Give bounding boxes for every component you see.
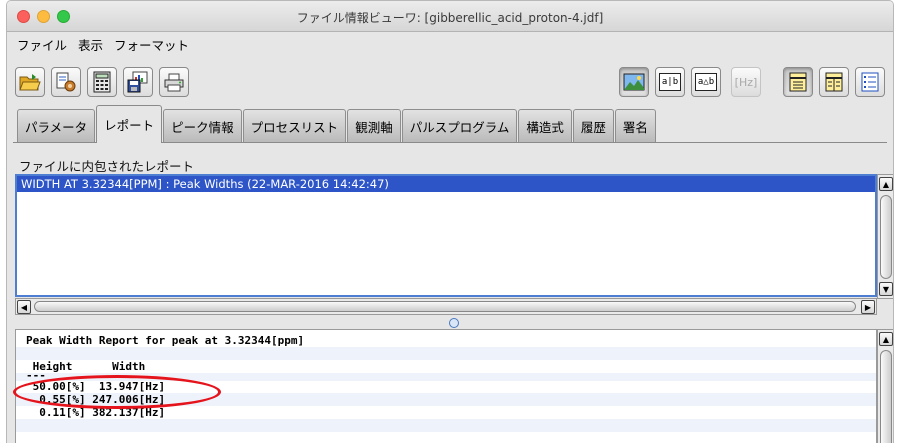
landscape-image-icon — [623, 73, 645, 91]
highlight-ellipse-annotation — [13, 375, 221, 409]
calculator-icon — [93, 71, 111, 93]
print-button[interactable] — [159, 67, 189, 97]
menu-file[interactable]: ファイル — [17, 35, 67, 54]
report-list-item[interactable]: WIDTH AT 3.32344[PPM] : Peak Widths (22-… — [17, 176, 875, 192]
properties-button[interactable] — [51, 67, 81, 97]
scroll-right-arrow-icon[interactable]: ▶ — [861, 300, 875, 314]
tab-parameters[interactable]: パラメータ — [17, 109, 96, 143]
scroll-left-arrow-icon[interactable]: ◀ — [17, 300, 31, 314]
hz-unit-button[interactable]: [Hz] — [731, 67, 761, 97]
image-view-button[interactable] — [619, 67, 649, 97]
embedded-reports-label: ファイルに内包されたレポート — [19, 159, 195, 174]
delta-ab-icon: a△b — [695, 73, 717, 91]
report-list-vertical-scrollbar[interactable]: ▲ ▼ — [877, 174, 893, 299]
list-view-button[interactable] — [855, 67, 885, 97]
tab-observation-axis[interactable]: 観測軸 — [347, 109, 401, 143]
hz-unit-label: [Hz] — [734, 75, 758, 89]
report-list[interactable]: WIDTH AT 3.32344[PPM] : Peak Widths (22-… — [15, 174, 877, 297]
report-list-horizontal-scrollbar[interactable]: ◀ ▶ — [15, 298, 877, 315]
menu-format[interactable]: フォーマット — [114, 35, 189, 54]
panel-layout-icon — [789, 72, 807, 92]
save-chart-button[interactable] — [123, 67, 153, 97]
blank-row — [16, 347, 876, 360]
report-heading: Peak Width Report for peak at 3.32344[pp… — [26, 334, 305, 347]
split-pane-handle[interactable] — [449, 318, 459, 328]
text-ab-button[interactable]: a|b — [655, 67, 685, 97]
column-layout-icon — [825, 72, 843, 92]
tab-history[interactable]: 履歴 — [572, 109, 614, 143]
properties-icon — [56, 72, 76, 92]
calculator-button[interactable] — [87, 67, 117, 97]
delta-ab-button[interactable]: a△b — [691, 67, 721, 97]
scrollbar-thumb[interactable] — [880, 195, 892, 279]
tab-structure[interactable]: 構造式 — [518, 109, 572, 143]
scroll-up-arrow-icon[interactable]: ▲ — [879, 332, 893, 346]
blank-row — [16, 419, 876, 432]
layout-columns-button[interactable] — [819, 67, 849, 97]
scroll-down-arrow-icon[interactable]: ▼ — [879, 282, 893, 296]
tab-report[interactable]: レポート — [96, 105, 163, 143]
tab-signature[interactable]: 署名 — [614, 109, 656, 143]
save-disk-icon — [127, 71, 148, 93]
print-icon — [164, 73, 184, 92]
list-icon — [861, 72, 879, 92]
tab-peak-info[interactable]: ピーク情報 — [163, 109, 242, 143]
horizontal-scrollbar-thumb[interactable] — [34, 301, 856, 312]
scroll-up-arrow-icon[interactable]: ▲ — [879, 177, 893, 191]
report-detail-vertical-scrollbar[interactable]: ▲ — [877, 329, 893, 443]
text-ab-icon: a|b — [659, 73, 681, 91]
tab-pulse-program[interactable]: パルスプログラム — [401, 109, 518, 143]
report-column-headers: Height Width — [26, 360, 146, 373]
tab-bar: パラメータ レポート ピーク情報 プロセスリスト 観測軸 パルスプログラム 構造… — [17, 105, 657, 143]
open-folder-button[interactable] — [15, 67, 45, 97]
open-folder-icon — [19, 74, 41, 91]
layout-single-button[interactable] — [783, 67, 813, 97]
menubar: ファイル 表示 フォーマット — [7, 33, 893, 55]
scrollbar-thumb[interactable] — [880, 350, 892, 443]
menu-view[interactable]: 表示 — [78, 35, 103, 54]
title-bar: ファイル情報ビューワ: [gibberellic_acid_proton-4.j… — [7, 1, 893, 32]
toolbar: a|b a△b [Hz] — [7, 65, 893, 101]
tab-process-list[interactable]: プロセスリスト — [242, 109, 347, 143]
window-title: ファイル情報ビューワ: [gibberellic_acid_proton-4.j… — [296, 11, 604, 25]
